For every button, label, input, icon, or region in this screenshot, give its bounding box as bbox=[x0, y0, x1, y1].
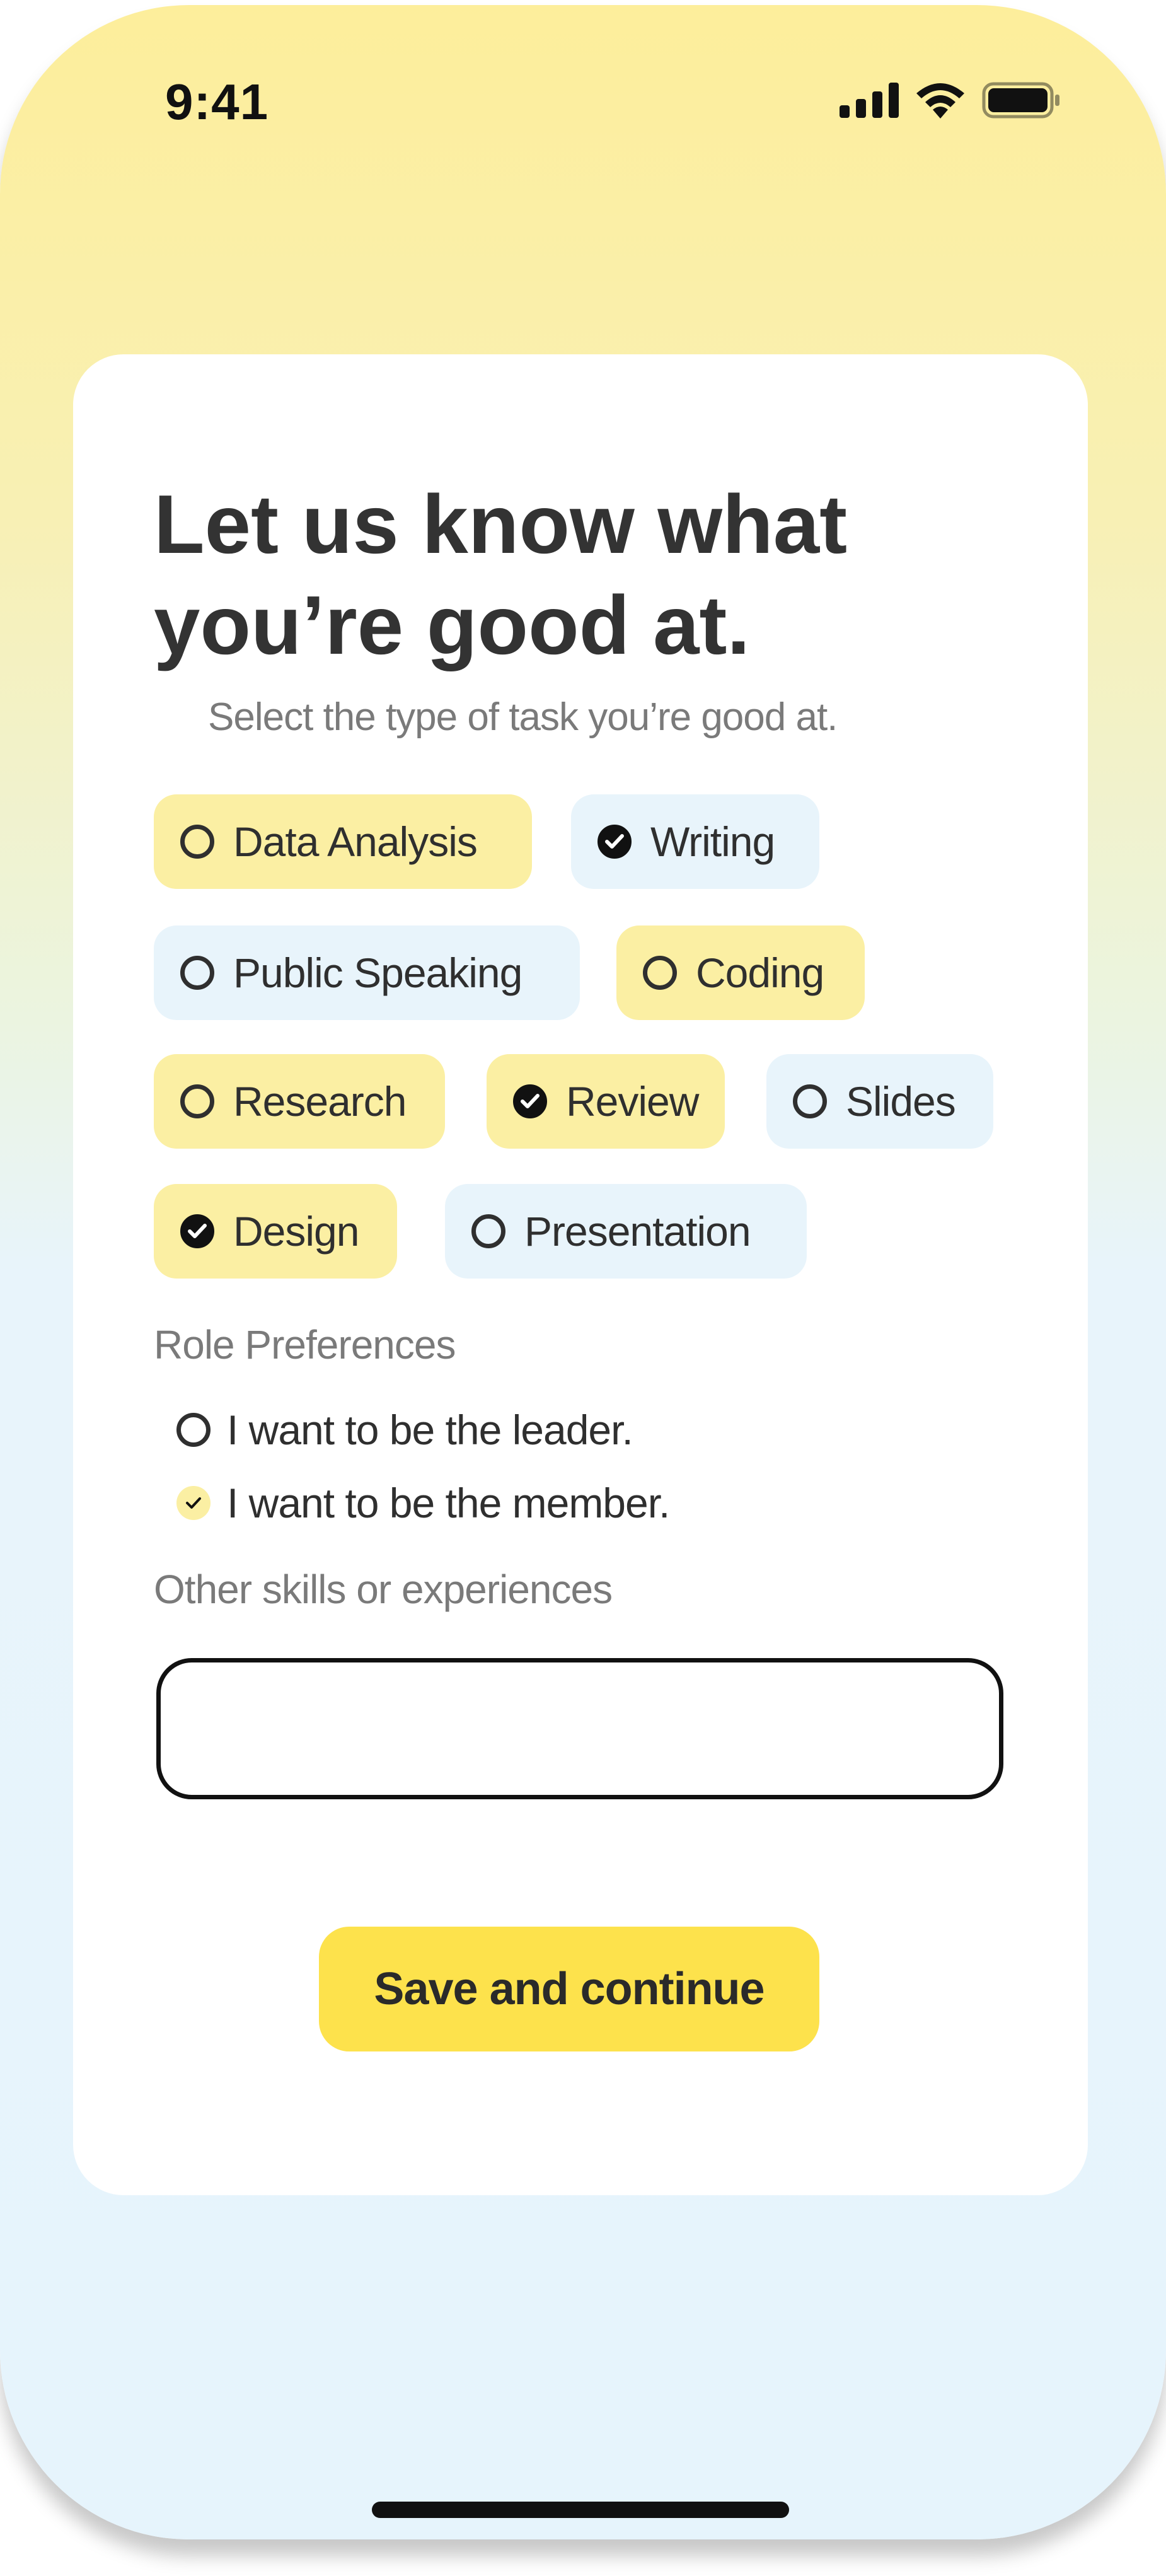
unchecked-circle-icon bbox=[180, 825, 214, 859]
task-chip-label: Review bbox=[566, 1078, 699, 1125]
battery-icon bbox=[982, 82, 1059, 119]
task-chip-design[interactable]: Design bbox=[154, 1184, 397, 1279]
task-chip-label: Slides bbox=[846, 1078, 956, 1125]
page-subtitle: Select the type of task you’re good at. bbox=[208, 695, 838, 739]
task-chip-label: Public Speaking bbox=[233, 949, 522, 996]
task-chip-review[interactable]: Review bbox=[487, 1054, 725, 1149]
task-chip-slides[interactable]: Slides bbox=[766, 1054, 993, 1149]
home-indicator[interactable] bbox=[372, 2502, 789, 2518]
check-circle-icon bbox=[180, 1214, 214, 1248]
page-title: Let us know what you’re good at. bbox=[154, 478, 848, 671]
task-chip-public-speaking[interactable]: Public Speaking bbox=[154, 925, 580, 1020]
wifi-icon bbox=[916, 83, 964, 119]
check-circle-icon bbox=[597, 825, 632, 859]
task-chip-presentation[interactable]: Presentation bbox=[445, 1184, 807, 1279]
cellular-signal-icon bbox=[840, 83, 899, 118]
phone-screen: 9:41 Let us know what you’re good at. Se… bbox=[0, 5, 1166, 2539]
task-chip-data-analysis[interactable]: Data Analysis bbox=[154, 794, 532, 889]
unchecked-circle-icon bbox=[180, 956, 214, 990]
radio-checked-icon bbox=[176, 1486, 211, 1520]
task-chip-label: Writing bbox=[650, 818, 775, 865]
radio-unchecked-icon bbox=[176, 1413, 211, 1447]
task-chip-label: Data Analysis bbox=[233, 818, 478, 865]
check-circle-icon bbox=[513, 1084, 547, 1118]
task-chip-writing[interactable]: Writing bbox=[571, 794, 819, 889]
task-chip-label: Research bbox=[233, 1078, 407, 1125]
other-skills-label: Other skills or experiences bbox=[154, 1567, 613, 1612]
unchecked-circle-icon bbox=[793, 1084, 827, 1118]
task-chip-label: Design bbox=[233, 1208, 359, 1255]
role-option-label: I want to be the member. bbox=[227, 1480, 670, 1526]
skills-form-card: Let us know what you’re good at. Select … bbox=[73, 354, 1088, 2195]
task-chip-label: Presentation bbox=[524, 1208, 751, 1255]
unchecked-circle-icon bbox=[180, 1084, 214, 1118]
role-option-leader[interactable]: I want to be the leader. bbox=[176, 1406, 633, 1454]
status-time: 9:41 bbox=[165, 74, 269, 130]
status-icons bbox=[840, 82, 1060, 119]
save-and-continue-button[interactable]: Save and continue bbox=[319, 1927, 819, 2051]
role-option-member[interactable]: I want to be the member. bbox=[176, 1479, 670, 1527]
unchecked-circle-icon bbox=[643, 956, 677, 990]
other-skills-input[interactable] bbox=[156, 1658, 1003, 1799]
role-option-label: I want to be the leader. bbox=[227, 1407, 633, 1453]
role-preferences-label: Role Preferences bbox=[154, 1322, 456, 1367]
unchecked-circle-icon bbox=[471, 1214, 505, 1248]
task-chip-research[interactable]: Research bbox=[154, 1054, 445, 1149]
task-chip-coding[interactable]: Coding bbox=[616, 925, 865, 1020]
task-chip-label: Coding bbox=[696, 949, 824, 996]
